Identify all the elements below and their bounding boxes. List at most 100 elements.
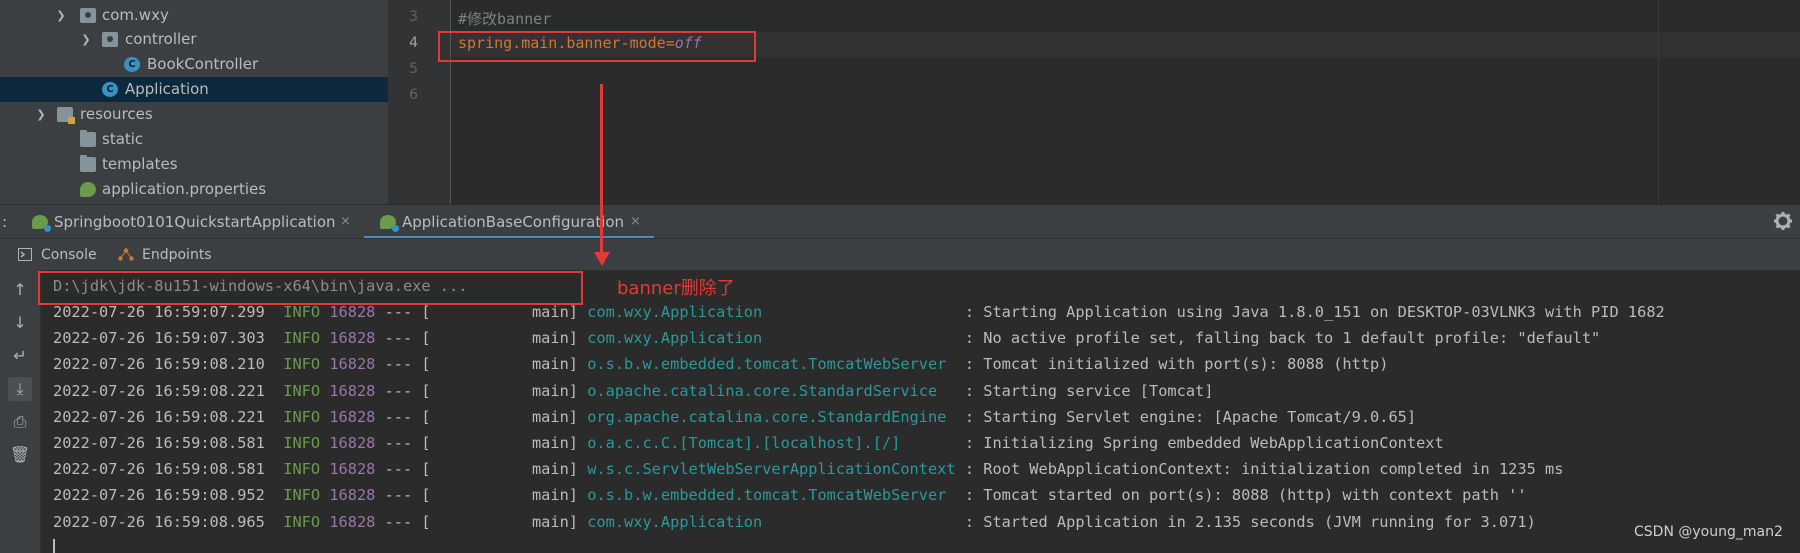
tree-item-label: controller bbox=[125, 30, 197, 48]
soft-wrap-icon[interactable]: ↵ bbox=[8, 344, 32, 368]
log-message: : Starting service [Tomcat] bbox=[964, 381, 1214, 400]
gear-icon[interactable] bbox=[1773, 211, 1793, 231]
tab-label: Endpoints bbox=[142, 247, 212, 263]
log-timestamp: 2022-07-26 16:59:08.221 bbox=[53, 407, 265, 426]
close-icon[interactable]: × bbox=[630, 205, 641, 239]
tree-item-label: application.properties bbox=[102, 180, 267, 198]
log-message: : Starting Servlet engine: [Apache Tomca… bbox=[964, 407, 1417, 426]
log-line: 2022-07-26 16:59:08.221 INFO 16828 --- [… bbox=[53, 378, 1213, 404]
tree-item-static[interactable]: static bbox=[0, 127, 388, 152]
tree-item-templates[interactable]: templates bbox=[0, 152, 388, 177]
run-tabs-prefix: : bbox=[2, 213, 8, 231]
log-level: INFO bbox=[283, 434, 321, 452]
tree-item-controller[interactable]: ❯ controller bbox=[0, 27, 388, 52]
run-tabs-bar: : Springboot0101QuickstartApplication × … bbox=[0, 204, 1800, 239]
line-number: 5 bbox=[409, 61, 418, 77]
tree-item-label: static bbox=[102, 130, 144, 148]
tree-item-label: com.wxy bbox=[102, 6, 169, 24]
console-toolbar: ↑ ↓ ↵ ⤓ ⎙ 🗑 bbox=[0, 270, 41, 553]
tree-item-application-properties[interactable]: application.properties bbox=[0, 177, 388, 202]
line-number: 4 bbox=[409, 35, 418, 51]
folder-icon bbox=[80, 130, 96, 147]
spring-properties-icon bbox=[80, 182, 96, 197]
log-timestamp: 2022-07-26 16:59:08.581 bbox=[53, 434, 265, 452]
log-thread: --- [ main] bbox=[384, 381, 578, 400]
line-number: 3 bbox=[409, 9, 418, 25]
log-message: : Started Application in 2.135 seconds (… bbox=[964, 512, 1536, 531]
editor-area: ❯ com.wxy ❯ controller C BookController … bbox=[0, 0, 1800, 204]
log-message: : Starting Application using Java 1.8.0_… bbox=[964, 303, 1665, 321]
console-caret bbox=[53, 539, 55, 553]
package-icon bbox=[80, 8, 96, 23]
log-logger: o.apache.catalina.core.StandardService bbox=[587, 381, 965, 400]
log-pid: 16828 bbox=[329, 434, 376, 452]
annotation-arrow-head bbox=[594, 252, 610, 266]
spring-run-icon bbox=[380, 215, 399, 232]
log-logger: com.wxy.Application bbox=[587, 303, 965, 321]
tab-application-base-configuration[interactable]: ApplicationBaseConfiguration × bbox=[364, 205, 654, 239]
log-line: 2022-07-26 16:59:07.303 INFO 16828 --- [… bbox=[53, 325, 1600, 351]
tree-item-label: Application bbox=[125, 80, 209, 98]
log-logger: w.s.c.ServletWebServerApplicationContext bbox=[587, 460, 965, 479]
log-line: 2022-07-26 16:59:08.581 INFO 16828 --- [… bbox=[53, 430, 1444, 456]
log-logger: com.wxy.Application bbox=[587, 329, 965, 348]
log-timestamp: 2022-07-26 16:59:08.581 bbox=[53, 460, 265, 479]
log-thread: --- [ main] bbox=[384, 460, 578, 479]
log-level: INFO bbox=[283, 460, 321, 479]
code-comment[interactable]: #修改banner bbox=[458, 8, 551, 29]
scroll-to-end-icon[interactable]: ⤓ bbox=[8, 377, 32, 401]
log-line: 2022-07-26 16:59:08.965 INFO 16828 --- [… bbox=[53, 509, 1536, 535]
log-thread: --- [ main] bbox=[384, 486, 578, 505]
log-timestamp: 2022-07-26 16:59:07.299 bbox=[53, 303, 265, 321]
spring-run-icon bbox=[32, 215, 51, 232]
log-pid: 16828 bbox=[329, 486, 376, 505]
log-level: INFO bbox=[283, 512, 321, 531]
log-message: : Tomcat started on port(s): 8088 (http)… bbox=[964, 486, 1527, 505]
down-arrow-icon[interactable]: ↓ bbox=[8, 311, 32, 335]
tab-label: Console bbox=[41, 247, 97, 263]
tree-item-application[interactable]: C Application bbox=[0, 77, 388, 102]
tree-item-com-wxy[interactable]: ❯ com.wxy bbox=[0, 3, 388, 28]
chevron-down-icon[interactable]: ❯ bbox=[35, 102, 47, 127]
log-logger: o.s.b.w.embedded.tomcat.TomcatWebServer bbox=[587, 486, 965, 505]
tab-springboot-quickstart[interactable]: Springboot0101QuickstartApplication × bbox=[28, 205, 358, 239]
print-icon[interactable]: ⎙ bbox=[8, 410, 32, 434]
tab-label: ApplicationBaseConfiguration bbox=[402, 213, 625, 231]
endpoints-icon bbox=[118, 248, 134, 261]
chevron-down-icon[interactable]: ❯ bbox=[80, 27, 92, 52]
log-message: : Tomcat initialized with port(s): 8088 … bbox=[964, 355, 1389, 374]
log-message: : Root WebApplicationContext: initializa… bbox=[964, 460, 1564, 479]
console-subtabs: Console Endpoints bbox=[0, 238, 1800, 270]
log-line: 2022-07-26 16:59:08.581 INFO 16828 --- [… bbox=[53, 456, 1563, 482]
tab-label: Springboot0101QuickstartApplication bbox=[54, 213, 336, 231]
log-thread: --- [ main] bbox=[384, 329, 578, 348]
annotation-highlight-box bbox=[38, 271, 583, 305]
log-pid: 16828 bbox=[329, 303, 376, 321]
log-message: : Initializing Spring embedded WebApplic… bbox=[964, 434, 1444, 452]
package-icon bbox=[102, 32, 118, 47]
log-line: 2022-07-26 16:59:08.221 INFO 16828 --- [… bbox=[53, 404, 1416, 430]
log-message: : No active profile set, falling back to… bbox=[964, 329, 1601, 348]
trash-icon[interactable]: 🗑 bbox=[8, 443, 32, 467]
tree-item-resources[interactable]: ❯ resources bbox=[0, 102, 388, 127]
watermark: CSDN @young_man2 bbox=[1634, 524, 1783, 540]
up-arrow-icon[interactable]: ↑ bbox=[8, 278, 32, 302]
console-icon bbox=[18, 248, 32, 261]
log-thread: --- [ main] bbox=[384, 434, 578, 452]
chevron-down-icon[interactable]: ❯ bbox=[55, 3, 67, 28]
log-pid: 16828 bbox=[329, 512, 376, 531]
spring-class-icon: C bbox=[102, 82, 118, 97]
tree-item-bookcontroller[interactable]: C BookController bbox=[0, 52, 388, 77]
log-line: 2022-07-26 16:59:08.210 INFO 16828 --- [… bbox=[53, 351, 1388, 377]
log-level: INFO bbox=[283, 407, 321, 426]
log-thread: --- [ main] bbox=[384, 512, 578, 531]
log-timestamp: 2022-07-26 16:59:08.210 bbox=[53, 355, 265, 374]
log-pid: 16828 bbox=[329, 381, 376, 400]
log-logger: com.wxy.Application bbox=[587, 512, 965, 531]
log-level: INFO bbox=[283, 381, 321, 400]
close-icon[interactable]: × bbox=[340, 205, 351, 239]
tree-item-label: resources bbox=[80, 105, 153, 123]
log-line: 2022-07-26 16:59:08.952 INFO 16828 --- [… bbox=[53, 482, 1527, 508]
log-logger: o.a.c.c.C.[Tomcat].[localhost].[/] bbox=[587, 434, 965, 452]
annotation-highlight-box bbox=[438, 31, 756, 62]
